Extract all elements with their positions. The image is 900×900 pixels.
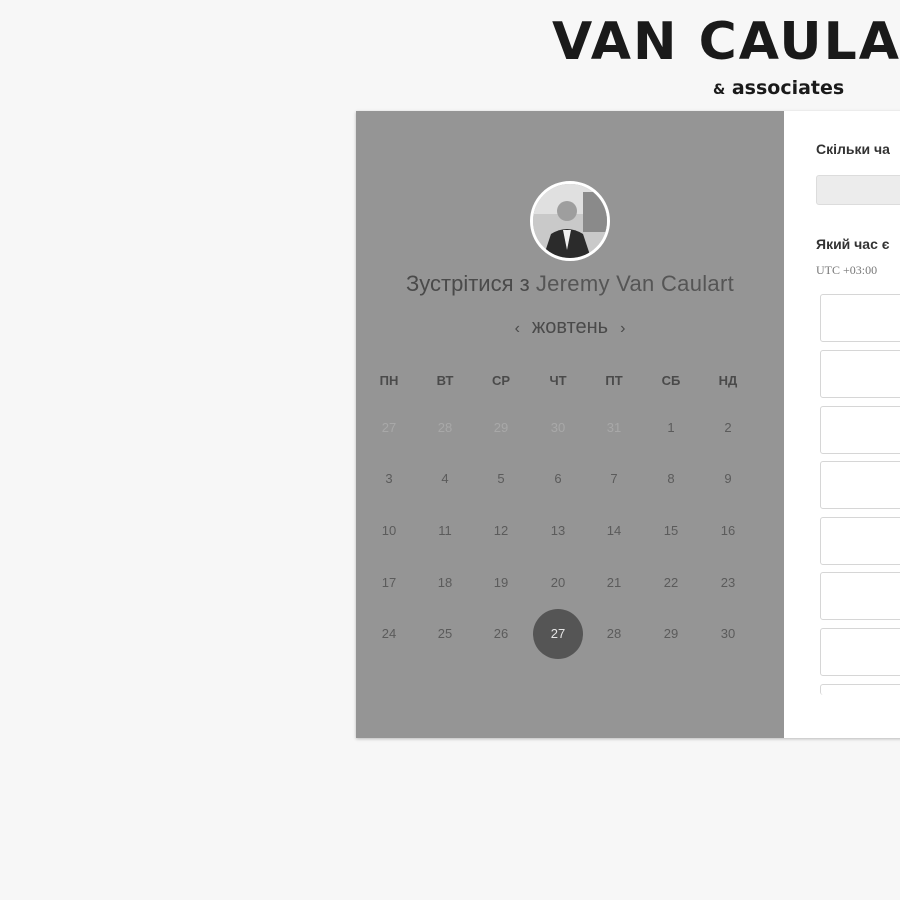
calendar-day[interactable]: 13 [533, 506, 583, 556]
brand-sub-text: associates [731, 77, 845, 99]
calendar-day[interactable]: 23 [703, 558, 753, 608]
duration-selector[interactable] [816, 175, 900, 205]
calendar-day: 29 [493, 420, 509, 435]
calendar-day[interactable]: 3 [364, 454, 414, 504]
calendar-day[interactable]: 29 [646, 609, 696, 659]
time-slot[interactable] [820, 406, 900, 454]
calendar-day[interactable]: 21 [589, 558, 639, 608]
calendar-day[interactable]: 9 [703, 454, 753, 504]
duration-question: Скільки ча [816, 141, 890, 157]
brand-subtitle: & associates [713, 77, 844, 99]
brand-amp: & [713, 82, 726, 98]
time-slot[interactable] [820, 628, 900, 676]
calendar-day[interactable]: 11 [420, 506, 470, 556]
calendar-day[interactable]: 7 [589, 454, 639, 504]
time-slot[interactable] [820, 572, 900, 620]
calendar-day[interactable]: 16 [703, 506, 753, 556]
timezone-label[interactable]: UTC +03:00 [816, 263, 877, 278]
time-question: Який час є [816, 236, 890, 252]
calendar-days: 27 28 29 30 31 1 2 3 4 5 6 7 8 9 10 11 12 13 14 15 16 17 18 19 2… [356, 111, 784, 738]
calendar-day: 30 [550, 420, 566, 435]
time-slot[interactable] [820, 350, 900, 398]
calendar-day[interactable]: 6 [533, 454, 583, 504]
calendar-day: 28 [437, 420, 453, 435]
calendar-day[interactable]: 5 [476, 454, 526, 504]
calendar-day[interactable]: 28 [589, 609, 639, 659]
calendar-day[interactable]: 25 [420, 609, 470, 659]
time-panel: Скільки ча Який час є UTC +03:00 [784, 111, 900, 738]
time-slot[interactable] [820, 294, 900, 342]
calendar-day[interactable]: 19 [476, 558, 526, 608]
calendar-day[interactable]: 8 [646, 454, 696, 504]
time-slot[interactable] [820, 461, 900, 509]
calendar-day: 31 [606, 420, 622, 435]
calendar-day[interactable]: 20 [533, 558, 583, 608]
calendar-day[interactable]: 4 [420, 454, 470, 504]
calendar-day[interactable]: 10 [364, 506, 414, 556]
calendar-day[interactable]: 17 [364, 558, 414, 608]
calendar-day-selected[interactable]: 27 [533, 609, 583, 659]
time-slot[interactable] [820, 684, 900, 695]
calendar-day[interactable]: 14 [589, 506, 639, 556]
calendar-day[interactable]: 15 [646, 506, 696, 556]
calendar-panel: Зустрітися з Jeremy Van Caulart ‹ жовтень… [356, 111, 784, 738]
calendar-day: 27 [381, 420, 397, 435]
calendar-day[interactable]: 12 [476, 506, 526, 556]
calendar-day[interactable]: 24 [364, 609, 414, 659]
booking-card: Зустрітися з Jeremy Van Caulart ‹ жовтень… [356, 111, 900, 738]
calendar-day[interactable]: 18 [420, 558, 470, 608]
calendar-day[interactable]: 26 [476, 609, 526, 659]
calendar-day[interactable]: 2 [703, 403, 753, 453]
time-slot[interactable] [820, 517, 900, 565]
calendar-day[interactable]: 1 [646, 403, 696, 453]
calendar-day[interactable]: 22 [646, 558, 696, 608]
calendar-day[interactable]: 30 [703, 609, 753, 659]
brand-logo: VAN CAULA [552, 12, 900, 72]
